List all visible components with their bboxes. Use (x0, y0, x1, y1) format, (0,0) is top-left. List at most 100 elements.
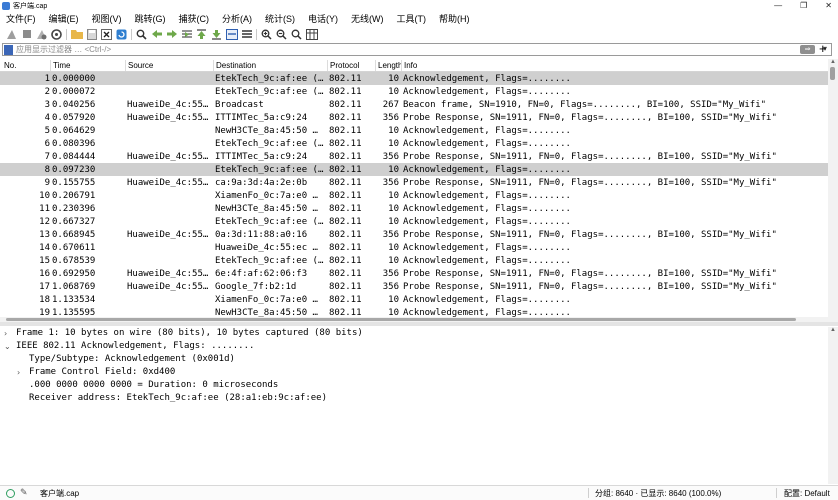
edit-capture-comment-icon[interactable]: ✎ (20, 487, 28, 498)
close-window-button[interactable]: ✕ (825, 1, 832, 10)
detail-tree-item[interactable]: Receiver address: EtekTech_9c:af:ee (28:… (0, 392, 828, 405)
packet-row[interactable]: 8 0.097230 EtekTech_9c:af:ee (… 802.11 10 Ack… (0, 163, 828, 176)
packet-row[interactable]: 9 0.155755 HuaweiDe_4c:55… ca:9a:3d:4a:2e:0… (0, 176, 828, 189)
menu-capture[interactable]: 捕获(C) (179, 12, 210, 25)
column-header-length[interactable]: Length (378, 61, 402, 70)
add-filter-button[interactable]: + (819, 42, 827, 55)
minimize-button[interactable]: — (774, 1, 782, 10)
detail-text: .000 0000 0000 0000 = Duration: 0 micros… (29, 380, 279, 390)
zoom-out-icon[interactable] (274, 27, 289, 41)
zoom-in-icon[interactable] (259, 27, 274, 41)
maximize-button[interactable]: ❐ (800, 1, 807, 10)
go-to-packet-icon[interactable] (179, 27, 194, 41)
scrollbar-thumb[interactable] (830, 67, 835, 80)
expand-chevron-right-icon[interactable]: › (4, 327, 7, 340)
reload-icon[interactable] (114, 27, 129, 41)
menu-view[interactable]: 视图(V) (92, 12, 122, 25)
menu-file[interactable]: 文件(F) (6, 12, 36, 25)
packet-cell-no: 6 (44, 139, 50, 149)
column-divider[interactable] (213, 60, 214, 71)
save-icon[interactable] (84, 27, 99, 41)
first-packet-icon[interactable] (194, 27, 209, 41)
expand-chevron-right-icon[interactable]: › (17, 366, 20, 379)
menu-wireless[interactable]: 无线(W) (351, 12, 384, 25)
packet-row[interactable]: 3 0.040256 HuaweiDe_4c:55… Broadcast 802.11 2… (0, 98, 828, 111)
last-packet-icon[interactable] (209, 27, 224, 41)
packet-row[interactable]: 14 0.670611 HuaweiDe_4c:55:ec … 802.11 10 Ack… (0, 241, 828, 254)
packet-row[interactable]: 4 0.057920 HuaweiDe_4c:55… ITTIMTec_5a:c9:2… (0, 111, 828, 124)
scroll-up-arrow-icon[interactable]: ▲ (830, 327, 836, 333)
filter-bookmark-icon[interactable] (4, 44, 13, 55)
shark-fin-start-icon[interactable] (4, 27, 19, 41)
details-vertical-scrollbar[interactable]: ▲ (828, 327, 838, 484)
column-header-no[interactable]: No. (4, 61, 16, 70)
status-profile[interactable]: 配置: Default (784, 488, 830, 499)
display-filter-input[interactable] (16, 45, 776, 54)
packet-cell-src: HuaweiDe_4c:55… (127, 178, 209, 188)
packet-row[interactable]: 11 0.230396 NewH3CTe_8a:45:50 … 802.11 10 Ack… (0, 202, 828, 215)
colorize-icon[interactable] (239, 27, 254, 41)
menu-analyze[interactable]: 分析(A) (222, 12, 252, 25)
packet-row[interactable]: 1 0.000000 EtekTech_9c:af:ee (… 802.11 10 Ack… (0, 72, 828, 85)
packet-list-vertical-scrollbar[interactable]: ▲ (828, 59, 838, 317)
menu-statistics[interactable]: 统计(S) (265, 12, 295, 25)
menu-telephony[interactable]: 电话(Y) (308, 12, 338, 25)
packet-cell-dst: EtekTech_9c:af:ee (… (215, 74, 324, 84)
scrollbar-thumb[interactable] (6, 318, 796, 321)
column-divider[interactable] (50, 60, 51, 71)
packet-row[interactable]: 15 0.678539 EtekTech_9c:af:ee (… 802.11 10 Ac… (0, 254, 828, 267)
collapse-chevron-down-icon[interactable]: ⌄ (4, 340, 11, 353)
detail-tree-item[interactable]: .000 0000 0000 0000 = Duration: 0 micros… (0, 379, 828, 392)
open-icon[interactable] (69, 27, 84, 41)
packet-cell-no: 10 (39, 191, 50, 201)
menu-help[interactable]: 帮助(H) (439, 12, 470, 25)
packet-row[interactable]: 7 0.084444 HuaweiDe_4c:55… ITTIMTec_5a:c9:2… (0, 150, 828, 163)
menu-edit[interactable]: 编辑(E) (49, 12, 79, 25)
column-header-protocol[interactable]: Protocol (330, 61, 359, 70)
detail-tree-item[interactable]: › Frame Control Field: 0xd400 (0, 366, 828, 379)
detail-tree-item[interactable]: Type/Subtype: Acknowledgement (0x001d) (0, 353, 828, 366)
packet-cell-time: 0.155755 (52, 178, 96, 188)
normal-size-icon[interactable] (289, 27, 304, 41)
packet-rows: 1 0.000000 EtekTech_9c:af:ee (… 802.11 10 Ack… (0, 72, 828, 317)
column-divider[interactable] (125, 60, 126, 71)
packet-row[interactable]: 10 0.206791 XiamenFo_0c:7a:e0 … 802.11 10 Ack… (0, 189, 828, 202)
packet-row[interactable]: 16 0.692950 HuaweiDe_4c:55… 6e:4f:af:62:06:… (0, 267, 828, 280)
column-header-destination[interactable]: Destination (216, 61, 256, 70)
detail-tree-item[interactable]: › Frame 1: 10 bytes on wire (80 bits), 10… (0, 327, 828, 340)
detail-tree-item[interactable]: ⌄ IEEE 802.11 Acknowledgement, Flags: ...… (0, 340, 828, 353)
autoscroll-icon[interactable] (224, 27, 239, 41)
packet-cell-no: 4 (44, 113, 50, 123)
packet-row[interactable]: 2 0.000072 EtekTech_9c:af:ee (… 802.11 10 Ack… (0, 85, 828, 98)
packet-row[interactable]: 19 1.135595 NewH3CTe_8a:45:50 … 802.11 10 Ack… (0, 306, 828, 317)
options-icon[interactable] (49, 27, 64, 41)
resize-columns-icon[interactable] (304, 27, 319, 41)
packet-row[interactable]: 5 0.064629 NewH3CTe_8a:45:50 … 802.11 10 Ackn… (0, 124, 828, 137)
column-divider[interactable] (401, 60, 402, 71)
column-header-info[interactable]: Info (404, 61, 417, 70)
scroll-up-arrow-icon[interactable]: ▲ (830, 59, 836, 65)
menu-tools[interactable]: 工具(T) (397, 12, 427, 25)
column-header-source[interactable]: Source (128, 61, 153, 70)
stop-icon[interactable] (19, 27, 34, 41)
go-forward-icon[interactable] (164, 27, 179, 41)
packet-cell-dst: XiamenFo_0c:7a:e0 … (215, 191, 318, 201)
column-divider[interactable] (375, 60, 376, 71)
pane-splitter[interactable] (0, 322, 838, 326)
packet-row[interactable]: 6 0.080396 EtekTech_9c:af:ee (… 802.11 10 Ack… (0, 137, 828, 150)
column-divider[interactable] (327, 60, 328, 71)
find-icon[interactable] (134, 27, 149, 41)
packet-row[interactable]: 13 0.668945 HuaweiDe_4c:55… 0a:3d:11:88:a0:… (0, 228, 828, 241)
ready-status-icon[interactable] (6, 489, 15, 498)
menu-go[interactable]: 跳转(G) (135, 12, 166, 25)
window-title: 客户端.cap (13, 2, 48, 10)
apply-filter-button[interactable]: ⇒ (800, 45, 815, 54)
packet-cell-info: Acknowledgement, Flags=........ (403, 243, 571, 253)
packet-row[interactable]: 12 0.667327 EtekTech_9c:af:ee (… 802.11 10 Ac… (0, 215, 828, 228)
go-back-icon[interactable] (149, 27, 164, 41)
column-header-time[interactable]: Time (53, 61, 70, 70)
restart-icon[interactable] (34, 27, 49, 41)
close-file-icon[interactable] (99, 27, 114, 41)
packet-row[interactable]: 18 1.133534 XiamenFo_0c:7a:e0 … 802.11 10 Ack… (0, 293, 828, 306)
packet-row[interactable]: 17 1.068769 HuaweiDe_4c:55… Google_7f:b2:1d… (0, 280, 828, 293)
